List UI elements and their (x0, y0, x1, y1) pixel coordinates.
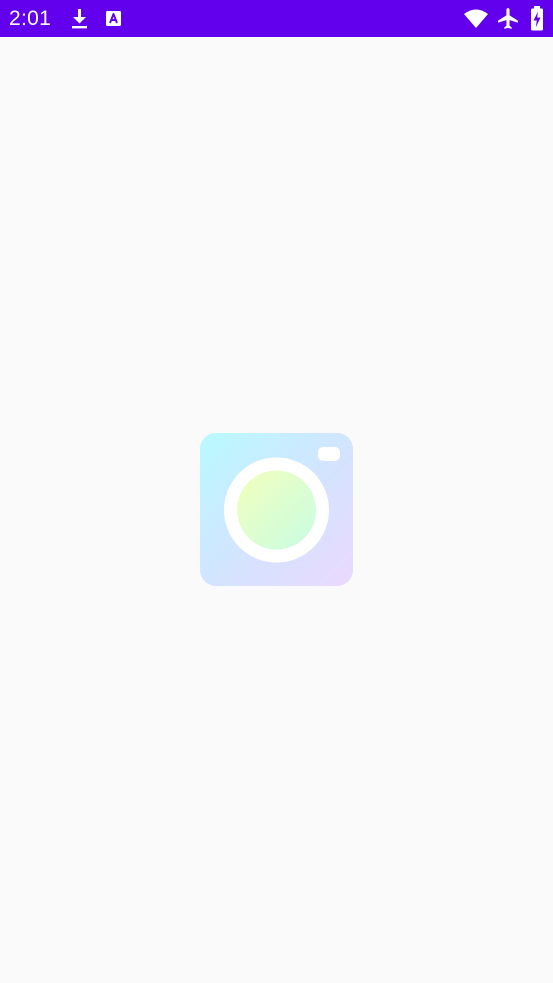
airplane-mode-icon (498, 8, 518, 29)
status-bar: 2:01 (0, 0, 553, 37)
accessibility-a-icon (106, 11, 121, 26)
camera-icon (200, 433, 353, 586)
wifi-icon (464, 9, 488, 28)
camera-flash (318, 447, 340, 461)
app-screen: 2:01 (0, 0, 553, 983)
camera-lens (224, 457, 329, 563)
status-time: 2:01 (9, 7, 52, 30)
download-icon (72, 9, 87, 29)
battery-charging-icon (531, 6, 543, 31)
